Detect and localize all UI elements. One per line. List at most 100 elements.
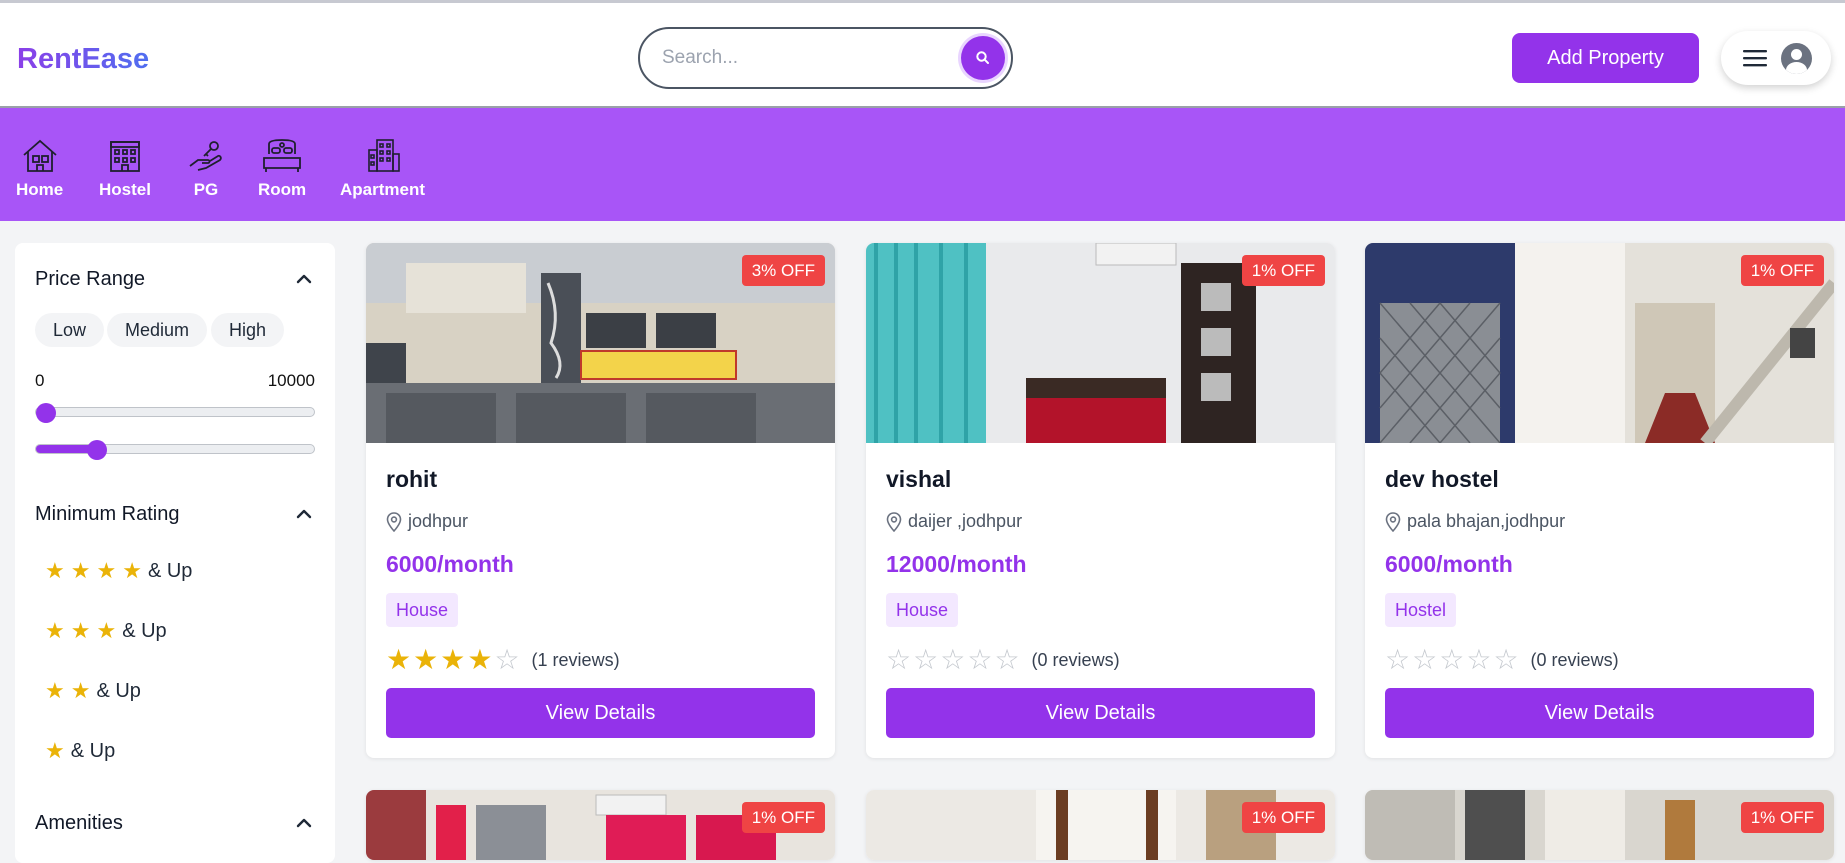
chevron-up-icon[interactable] bbox=[295, 270, 313, 288]
category-bar: Home Hostel PG Room Apartment bbox=[0, 108, 1845, 221]
listing-card[interactable]: 1% OFF vishal daijer ,jodhpur 12000/mont… bbox=[866, 243, 1335, 758]
category-pg[interactable]: PG bbox=[186, 136, 226, 200]
star-empty-icon: ☆ bbox=[1412, 644, 1438, 675]
category-room[interactable]: Room bbox=[258, 136, 306, 200]
category-hostel[interactable]: Hostel bbox=[99, 136, 151, 200]
price-chip-high[interactable]: High bbox=[211, 313, 285, 347]
discount-badge: 1% OFF bbox=[1241, 802, 1325, 833]
discount-badge: 1% OFF bbox=[1740, 802, 1824, 833]
user-menu-button[interactable] bbox=[1721, 31, 1831, 85]
star-empty-icon: ☆ bbox=[913, 644, 939, 675]
filter-sidebar: Price Range Low Medium High 0 10000 Mini… bbox=[15, 243, 335, 863]
star-empty-icon: ☆ bbox=[940, 644, 966, 675]
discount-badge: 1% OFF bbox=[741, 802, 825, 833]
listing-title[interactable]: rohit bbox=[386, 466, 437, 493]
star-icon: ★ bbox=[70, 618, 91, 643]
rating-option-1[interactable]: ★ & Up bbox=[45, 738, 115, 764]
price-min-label: 0 bbox=[35, 371, 45, 390]
search-bar bbox=[638, 27, 1013, 89]
slider-thumb[interactable] bbox=[36, 403, 56, 423]
rating-option-2[interactable]: ★ ★ & Up bbox=[45, 678, 141, 704]
listing-location: jodhpur bbox=[386, 511, 468, 532]
review-count: (0 reviews) bbox=[1530, 649, 1619, 670]
location-text: daijer ,jodhpur bbox=[908, 511, 1023, 531]
star-empty-icon: ☆ bbox=[1385, 644, 1411, 675]
rating-option-label: & Up bbox=[122, 619, 167, 642]
price-range-title: Price Range bbox=[35, 268, 146, 290]
listing-title[interactable]: dev hostel bbox=[1385, 466, 1499, 493]
listing-card[interactable]: 1% OFF dev hostel pala bhajan,jodhpur 60… bbox=[1365, 243, 1834, 758]
search-input[interactable] bbox=[662, 43, 962, 73]
star-filled-icon: ★ bbox=[386, 644, 412, 675]
discount-badge: 3% OFF bbox=[741, 255, 825, 286]
rating-option-label: & Up bbox=[96, 679, 141, 702]
star-icon: ★ bbox=[70, 558, 91, 583]
listing-price: 6000/month bbox=[1385, 551, 1513, 577]
listing-title[interactable]: vishal bbox=[886, 466, 951, 493]
star-empty-icon: ☆ bbox=[494, 644, 520, 675]
star-icon: ★ bbox=[70, 678, 91, 703]
listing-price: 12000/month bbox=[886, 551, 1027, 577]
star-empty-icon: ☆ bbox=[1466, 644, 1492, 675]
top-header: RentEase Add Property bbox=[0, 0, 1845, 108]
listing-rating: ★ ★ ★ ★ ☆ (1 reviews) bbox=[386, 646, 620, 674]
rating-option-4[interactable]: ★ ★ ★ ★ & Up bbox=[45, 558, 192, 584]
category-label: Room bbox=[258, 180, 307, 199]
slider-thumb[interactable] bbox=[87, 440, 108, 460]
listing-card[interactable]: 1% OFF bbox=[866, 790, 1335, 860]
chevron-up-icon[interactable] bbox=[295, 505, 313, 523]
star-filled-icon: ★ bbox=[413, 644, 439, 675]
listing-card[interactable]: 1% OFF bbox=[1365, 790, 1834, 860]
discount-badge: 1% OFF bbox=[1740, 255, 1824, 286]
star-empty-icon: ☆ bbox=[1493, 644, 1519, 675]
category-apartment[interactable]: Apartment bbox=[340, 136, 425, 200]
view-details-button[interactable]: View Details bbox=[1385, 688, 1814, 738]
location-pin-icon bbox=[886, 511, 902, 532]
view-details-button[interactable]: View Details bbox=[386, 688, 815, 738]
star-icon: ★ bbox=[45, 678, 65, 703]
view-details-button[interactable]: View Details bbox=[886, 688, 1315, 738]
property-type-tag: House bbox=[886, 593, 959, 627]
listing-card[interactable]: 1% OFF bbox=[366, 790, 835, 860]
location-pin-icon bbox=[386, 511, 402, 532]
star-icon: ★ bbox=[122, 558, 142, 583]
listing-card[interactable]: 3% OFF rohit jodhpur 6000/month House ★ ★… bbox=[366, 243, 835, 758]
category-home[interactable]: Home bbox=[16, 136, 63, 200]
review-count: (1 reviews) bbox=[531, 649, 620, 670]
star-empty-icon: ☆ bbox=[1439, 644, 1465, 675]
listing-location: pala bhajan,jodhpur bbox=[1385, 511, 1565, 532]
search-icon bbox=[976, 51, 989, 64]
property-type-tag: House bbox=[386, 593, 459, 627]
price-chip-low[interactable]: Low bbox=[35, 313, 105, 347]
star-filled-icon: ★ bbox=[467, 644, 493, 675]
location-pin-icon bbox=[1385, 511, 1401, 532]
listing-price: 6000/month bbox=[386, 551, 514, 577]
amenities-title: Amenities bbox=[35, 812, 123, 834]
star-empty-icon: ☆ bbox=[886, 644, 912, 675]
house-icon bbox=[23, 139, 57, 172]
rating-option-label: & Up bbox=[70, 739, 116, 762]
rating-option-3[interactable]: ★ ★ ★ & Up bbox=[45, 618, 167, 644]
star-empty-icon: ☆ bbox=[967, 644, 993, 675]
property-type-tag: Hostel bbox=[1385, 593, 1457, 627]
chevron-up-icon[interactable] bbox=[295, 814, 313, 832]
star-filled-icon: ★ bbox=[440, 644, 466, 675]
price-chip-medium[interactable]: Medium bbox=[107, 313, 208, 347]
listing-location: daijer ,jodhpur bbox=[886, 511, 1022, 532]
listing-rating: ☆ ☆ ☆ ☆ ☆ (0 reviews) bbox=[886, 646, 1120, 674]
category-label: PG bbox=[193, 180, 219, 199]
brand-logo[interactable]: RentEase bbox=[17, 43, 149, 76]
review-count: (0 reviews) bbox=[1031, 649, 1120, 670]
star-empty-icon: ☆ bbox=[994, 644, 1020, 675]
listing-rating: ☆ ☆ ☆ ☆ ☆ (0 reviews) bbox=[1385, 646, 1619, 674]
price-max-slider[interactable] bbox=[35, 440, 315, 460]
price-min-slider[interactable] bbox=[35, 403, 315, 423]
search-button[interactable] bbox=[961, 36, 1005, 80]
category-label: Hostel bbox=[99, 180, 151, 199]
hamburger-menu-icon bbox=[1743, 50, 1767, 67]
hand-key-icon bbox=[189, 141, 222, 171]
minimum-rating-title: Minimum Rating bbox=[35, 503, 180, 525]
apartment-icon bbox=[367, 139, 400, 172]
add-property-button[interactable]: Add Property bbox=[1512, 33, 1699, 83]
price-max-label: 10000 bbox=[267, 371, 315, 390]
